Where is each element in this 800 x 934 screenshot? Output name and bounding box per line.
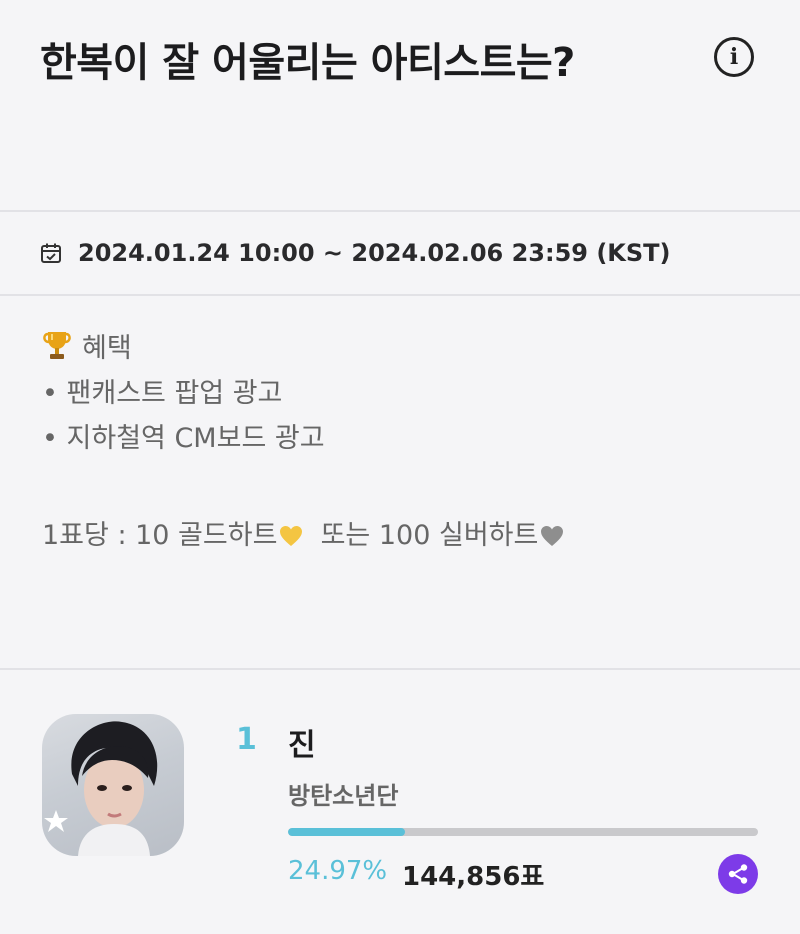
- vote-count: 144,856표: [402, 862, 545, 892]
- candidate-avatar: [42, 714, 184, 856]
- candidate-row[interactable]: 1 진 방탄소년단 24.97% 144,856표: [0, 670, 800, 932]
- vote-cost-silver: 또는 100 실버하트: [320, 520, 539, 551]
- benefit-heading: 혜택: [82, 333, 132, 364]
- share-icon: [728, 864, 748, 884]
- trophy-icon: [43, 332, 71, 359]
- benefit-heading-row: 혜택: [42, 326, 800, 371]
- candidate-group: 방탄소년단: [288, 782, 399, 810]
- poll-description: 혜택 • 팬캐스트 팝업 광고 • 지하철역 CM보드 광고 1표당 : 10 …: [0, 296, 800, 670]
- vote-progress-bar: [288, 828, 758, 836]
- candidate-rank: 1: [236, 722, 257, 757]
- benefit-item: • 지하철역 CM보드 광고: [42, 423, 325, 454]
- poll-title: 한복이 잘 어울리는 아티스트는?: [40, 40, 575, 86]
- yellow-heart-icon: [280, 526, 303, 546]
- benefit-item: • 팬캐스트 팝업 광고: [42, 378, 283, 409]
- vote-cost-row: 1표당 : 10 골드하트 또는 100 실버하트: [42, 513, 800, 558]
- info-icon[interactable]: i: [714, 37, 754, 77]
- share-button[interactable]: [718, 854, 758, 894]
- poll-header: 한복이 잘 어울리는 아티스트는? i: [0, 0, 800, 212]
- vote-cost-gold: 1표당 : 10 골드하트: [42, 520, 278, 551]
- calendar-check-icon: [41, 243, 61, 263]
- poll-period: 2024.01.24 10:00 ~ 2024.02.06 23:59 (KST…: [0, 212, 800, 296]
- vote-progress-fill: [288, 828, 406, 836]
- candidate-name: 진: [288, 728, 316, 763]
- vote-percent: 24.97%: [288, 856, 388, 886]
- grey-heart-icon: [541, 526, 564, 546]
- period-text: 2024.01.24 10:00 ~ 2024.02.06 23:59 (KST…: [78, 239, 671, 267]
